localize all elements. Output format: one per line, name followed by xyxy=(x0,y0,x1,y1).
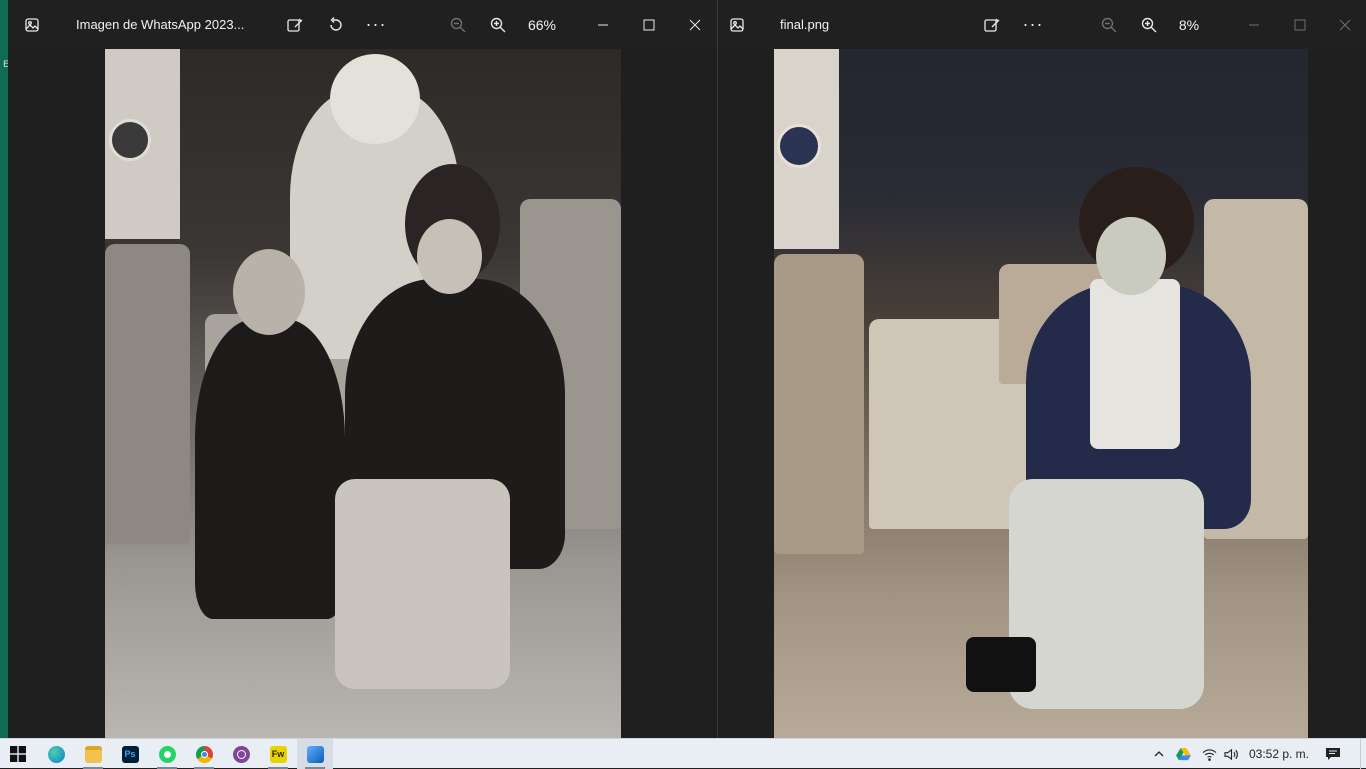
desktop-background: E xyxy=(0,0,9,738)
zoom-in-icon[interactable] xyxy=(1131,0,1167,49)
edit-image-icon[interactable] xyxy=(277,0,313,49)
rotate-icon[interactable] xyxy=(318,0,354,49)
original-black-and-white-photo xyxy=(105,49,621,738)
taskbar-edge[interactable] xyxy=(38,739,74,769)
show-desktop-button[interactable] xyxy=(1360,739,1366,769)
photos-window-restored: final.png ··· 8% xyxy=(719,0,1366,738)
child-figure xyxy=(195,319,345,619)
maximize-icon[interactable] xyxy=(626,0,672,49)
folder-icon xyxy=(84,745,102,763)
woman-face xyxy=(417,219,482,294)
chevron-up-icon[interactable] xyxy=(1148,739,1170,769)
folding-chair xyxy=(105,244,190,544)
taskbar-photos[interactable] xyxy=(297,739,333,769)
restored-color-photo xyxy=(774,49,1308,738)
tor-icon xyxy=(232,745,250,763)
taskbar-file-explorer[interactable] xyxy=(75,739,111,769)
minimize-icon[interactable] xyxy=(580,0,626,49)
edge-icon xyxy=(47,745,65,763)
wifi-icon[interactable] xyxy=(1198,739,1220,769)
google-drive-icon[interactable] xyxy=(1172,739,1194,769)
taskbar-fireworks[interactable]: Fw xyxy=(260,739,296,769)
photos-window-original: Imagen de WhatsApp 2023... ··· 66% xyxy=(8,0,718,738)
clock[interactable]: 03:52 p. m. xyxy=(1246,739,1312,769)
fireworks-icon: Fw xyxy=(269,745,287,763)
maximize-icon[interactable] xyxy=(1277,0,1323,49)
taskbar: Ps Fw 03:52 p. m. xyxy=(0,738,1366,769)
photos-app-icon[interactable] xyxy=(14,0,50,49)
clown-head xyxy=(330,54,420,144)
taskbar-tor-browser[interactable] xyxy=(223,739,259,769)
folding-chair xyxy=(774,254,864,554)
volume-icon[interactable] xyxy=(1220,739,1242,769)
notifications-icon[interactable] xyxy=(1318,739,1348,769)
taskbar-whatsapp[interactable] xyxy=(149,739,185,769)
zoom-out-icon[interactable] xyxy=(1091,0,1127,49)
title-bar: final.png ··· 8% xyxy=(719,0,1366,49)
woman-white-blouse xyxy=(1090,279,1180,449)
taskbar-chrome[interactable] xyxy=(186,739,222,769)
zoom-in-icon[interactable] xyxy=(480,0,516,49)
close-icon[interactable] xyxy=(672,0,717,49)
start-button[interactable] xyxy=(0,739,36,769)
woman-face xyxy=(1096,217,1166,295)
edit-image-icon[interactable] xyxy=(974,0,1010,49)
woman-trousers xyxy=(335,479,510,689)
woman-black-shoe xyxy=(966,637,1036,692)
woman-trousers xyxy=(1009,479,1204,709)
title-bar: Imagen de WhatsApp 2023... ··· 66% xyxy=(8,0,717,49)
zoom-level[interactable]: 8% xyxy=(1167,0,1211,49)
photos-app-icon[interactable] xyxy=(719,0,755,49)
wall-emblem xyxy=(109,119,151,161)
chrome-icon xyxy=(195,745,213,763)
wall-emblem xyxy=(777,124,821,168)
zoom-level[interactable]: 66% xyxy=(520,0,564,49)
whatsapp-icon xyxy=(158,745,176,763)
zoom-out-icon[interactable] xyxy=(440,0,476,49)
more-options-icon[interactable]: ··· xyxy=(1015,0,1051,49)
photoshop-icon: Ps xyxy=(121,745,139,763)
window-title: final.png xyxy=(780,17,830,32)
window-title: Imagen de WhatsApp 2023... xyxy=(76,17,245,32)
taskbar-photoshop[interactable]: Ps xyxy=(112,739,148,769)
more-options-icon[interactable]: ··· xyxy=(358,0,394,49)
child-head xyxy=(233,249,305,335)
close-icon[interactable] xyxy=(1322,0,1366,49)
windows-logo-icon xyxy=(10,746,26,762)
photos-icon xyxy=(306,745,324,763)
minimize-icon[interactable] xyxy=(1231,0,1277,49)
